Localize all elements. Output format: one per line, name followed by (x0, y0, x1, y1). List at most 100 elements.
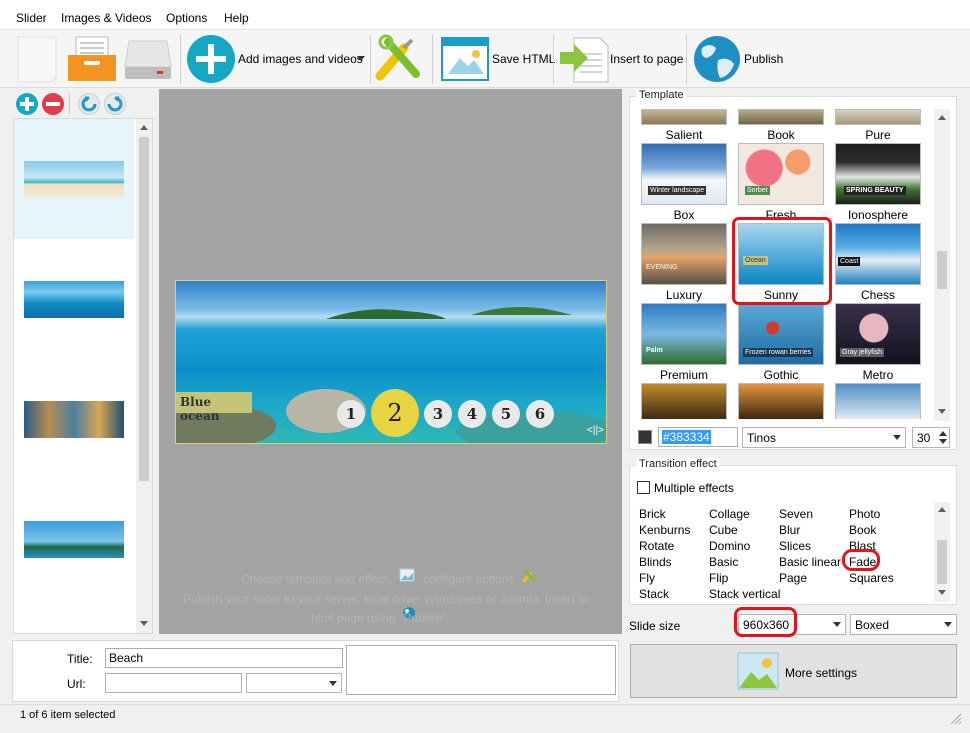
scroll-down-icon[interactable] (938, 409, 946, 414)
effect-brick[interactable]: Brick (639, 507, 666, 521)
effects-scrollbar[interactable] (934, 502, 950, 602)
effect-page[interactable]: Page (779, 571, 807, 585)
rotate-left-button[interactable] (78, 93, 100, 115)
template-thumb-ionosphere[interactable]: SPRING BEAUTY (835, 143, 921, 205)
slide-thumbnail-3[interactable] (24, 401, 124, 438)
template-thumb-luxury[interactable]: EVENING (641, 223, 727, 285)
publish-button[interactable]: Publish (692, 34, 792, 84)
effect-blur[interactable]: Blur (779, 523, 800, 537)
scroll-down-icon[interactable] (140, 621, 148, 626)
template-thumb-fresh[interactable]: Sorbet (738, 143, 824, 205)
bullet-6[interactable]: 6 (526, 400, 554, 428)
add-slide-button[interactable] (16, 93, 38, 115)
template-label-metro[interactable]: Metro (835, 368, 921, 382)
more-settings-button[interactable]: More settings (630, 644, 957, 698)
transition-group: Transition effect Multiple effects Brick… (629, 458, 957, 605)
template-label-premium[interactable]: Premium (641, 368, 727, 382)
slide-nav-arrows[interactable]: <||> (587, 425, 604, 436)
menu-images-videos[interactable]: Images & Videos (61, 11, 152, 25)
open-project-button[interactable] (66, 35, 118, 83)
effect-kenburns[interactable]: Kenburns (639, 523, 690, 537)
spinner-arrows-icon[interactable] (939, 430, 947, 445)
remove-slide-button[interactable] (42, 93, 64, 115)
template-thumb-metro[interactable]: Gray jellyfish (835, 303, 921, 365)
template-label-pure[interactable]: Pure (835, 128, 921, 142)
template-thumb-chess[interactable]: Coast (835, 223, 921, 285)
bullet-1[interactable]: 1 (337, 400, 365, 428)
layout-mode-select[interactable]: Boxed (850, 614, 957, 635)
effect-stack-vertical[interactable]: Stack vertical (709, 587, 780, 601)
multiple-effects-label[interactable]: Multiple effects (654, 481, 734, 495)
effect-book[interactable]: Book (849, 523, 876, 537)
scrollbar-thumb[interactable] (937, 251, 947, 289)
new-document-icon (17, 36, 57, 83)
bullet-5[interactable]: 5 (492, 400, 520, 428)
add-dropdown-arrow-icon[interactable] (357, 56, 365, 61)
font-size-spinner[interactable]: 30 (912, 427, 950, 448)
template-thumb-gothic[interactable]: Frozen rowan berries (738, 303, 824, 365)
template-thumb-book[interactable] (738, 109, 824, 125)
rotate-right-button[interactable] (104, 93, 126, 115)
template-label-ionosphere[interactable]: Ionosphere (835, 208, 921, 222)
effect-seven[interactable]: Seven (779, 507, 813, 521)
scrollbar-thumb[interactable] (937, 540, 947, 584)
slide-thumbnail-4[interactable] (24, 521, 124, 558)
template-label-salient[interactable]: Salient (641, 128, 727, 142)
effect-slices[interactable]: Slices (779, 539, 811, 553)
scrollbar-thumb[interactable] (139, 137, 149, 481)
template-thumb-salient[interactable] (641, 109, 727, 125)
scroll-up-icon[interactable] (938, 115, 946, 120)
url-input[interactable] (105, 673, 242, 693)
menu-slider[interactable]: Slider (16, 11, 47, 25)
color-swatch[interactable] (638, 430, 652, 444)
bullet-3[interactable]: 3 (424, 400, 452, 428)
scroll-down-icon[interactable] (938, 590, 946, 595)
slide-thumbnail-2[interactable] (24, 281, 124, 318)
url-target-select[interactable] (246, 673, 342, 693)
insert-to-page-button[interactable]: Insert to page (560, 34, 684, 84)
effect-stack[interactable]: Stack (639, 587, 669, 601)
menu-options[interactable]: Options (166, 11, 207, 25)
color-input[interactable]: #383334 (658, 427, 738, 447)
title-input[interactable]: Beach (105, 648, 343, 668)
add-images-button[interactable]: Add images and videos (186, 34, 368, 84)
effect-flip[interactable]: Flip (709, 571, 728, 585)
template-settings-button[interactable] (374, 34, 426, 84)
effect-rotate[interactable]: Rotate (639, 539, 674, 553)
template-label-luxury[interactable]: Luxury (641, 288, 727, 302)
save-project-button[interactable] (123, 35, 173, 83)
effect-collage[interactable]: Collage (709, 507, 750, 521)
template-thumb-premium[interactable]: Palm (641, 303, 727, 365)
template-thumb-row5-3[interactable] (835, 383, 921, 419)
new-project-button[interactable] (16, 35, 58, 83)
effect-basic-linear[interactable]: Basic linear (779, 555, 841, 569)
multiple-effects-checkbox[interactable] (637, 481, 650, 494)
template-label-book[interactable]: Book (738, 128, 824, 142)
scroll-up-icon[interactable] (938, 507, 946, 512)
effect-squares[interactable]: Squares (849, 571, 894, 585)
bullet-2-active[interactable]: 2 (371, 389, 419, 437)
template-thumb-pure[interactable] (835, 109, 921, 125)
thumbnail-scrollbar[interactable] (136, 119, 152, 633)
effect-domino[interactable]: Domino (709, 539, 750, 553)
template-label-gothic[interactable]: Gothic (738, 368, 824, 382)
template-thumb-row5-2[interactable] (738, 383, 824, 419)
effect-photo[interactable]: Photo (849, 507, 880, 521)
bullet-4[interactable]: 4 (458, 400, 486, 428)
save-html-button[interactable]: Save HTML (440, 34, 555, 84)
effect-cube[interactable]: Cube (709, 523, 738, 537)
template-label-box[interactable]: Box (641, 208, 727, 222)
effect-blinds[interactable]: Blinds (639, 555, 672, 569)
resize-grip-icon[interactable] (950, 713, 962, 725)
scroll-up-icon[interactable] (140, 125, 148, 130)
template-thumb-box[interactable]: Winter landscape (641, 143, 727, 205)
effect-fly[interactable]: Fly (639, 571, 655, 585)
template-thumb-row5-1[interactable] (641, 383, 727, 419)
effect-basic[interactable]: Basic (709, 555, 738, 569)
template-scrollbar[interactable] (934, 109, 950, 421)
slide-thumbnail-1[interactable] (24, 161, 124, 198)
template-label-chess[interactable]: Chess (835, 288, 921, 302)
font-select[interactable]: Tinos (742, 427, 906, 448)
menu-help[interactable]: Help (224, 11, 249, 25)
description-textarea[interactable] (346, 645, 616, 695)
